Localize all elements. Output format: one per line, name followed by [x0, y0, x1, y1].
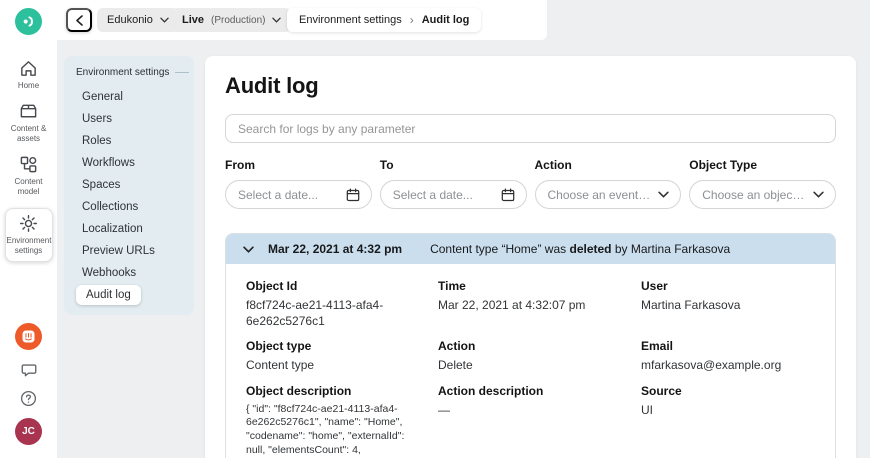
sidebar-item-label: Content & assets: [10, 124, 47, 143]
environment-selector[interactable]: Live (Production): [172, 8, 292, 32]
settings-nav-panel: Environment settings General Users Roles…: [64, 56, 194, 315]
sidebar-item-home[interactable]: Home: [18, 59, 39, 91]
sidebar-item-environment-settings[interactable]: Environment settings: [4, 208, 53, 262]
search-input[interactable]: [225, 114, 836, 143]
settings-nav-item-users[interactable]: Users: [76, 109, 118, 129]
settings-nav-item-roles[interactable]: Roles: [76, 131, 117, 151]
sidebar-item-label: Environment settings: [6, 236, 52, 255]
help-button[interactable]: [20, 390, 37, 407]
environment-suffix: (Production): [211, 14, 266, 26]
sidebar-item-content-assets[interactable]: Content & assets: [7, 102, 51, 144]
back-chevron-icon: [75, 14, 83, 26]
rail-bottom: JC: [15, 323, 42, 445]
filter-to: To Select a date...: [379, 158, 527, 209]
intercom-chat-icon: [22, 330, 35, 343]
filter-label: To: [379, 158, 394, 172]
filter-object-type: Object Type Choose an object ty...: [689, 158, 836, 209]
settings-nav-item-workflows[interactable]: Workflows: [76, 153, 141, 173]
filter-action: Action Choose an event type: [534, 158, 682, 209]
settings-nav-item-audit-log[interactable]: Audit log: [76, 285, 141, 305]
settings-nav-item-webhooks[interactable]: Webhooks: [76, 263, 142, 283]
log-entry-timestamp: Mar 22, 2021 at 4:32 pm: [268, 242, 403, 256]
log-entry-summary: Content type “Home” was deleted by Marti…: [430, 242, 731, 256]
sidebar-item-label: Home: [17, 81, 40, 90]
filters-row: From Select a date... To Select a date..…: [225, 158, 836, 209]
breadcrumb-separator: ›: [409, 13, 414, 27]
content-assets-icon: [20, 104, 37, 118]
detail-object-id: Object Id f8cf724c-ae21-4113-afa4-6e262c…: [246, 279, 384, 328]
filter-from: From Select a date...: [225, 158, 372, 209]
settings-nav-item-localization[interactable]: Localization: [76, 219, 149, 239]
chevron-down-icon: [272, 17, 282, 23]
chat-bubble-icon: [21, 364, 36, 377]
home-icon: [21, 61, 36, 76]
detail-action-description: Action description —: [438, 383, 544, 417]
detail-user: User Martina Farkasova: [641, 279, 741, 312]
action-select[interactable]: Choose an event type: [534, 180, 682, 209]
back-button[interactable]: [66, 8, 92, 32]
app-window: Home Content & assets Content model Envi…: [0, 0, 870, 458]
feedback-button[interactable]: [20, 361, 38, 379]
main-content: Audit log From Select a date... To Selec…: [205, 56, 856, 458]
chevron-down-icon: [658, 191, 669, 198]
log-entry: Mar 22, 2021 at 4:32 pm Content type “Ho…: [225, 233, 836, 458]
detail-object-description: Object description { "id": "f8cf724c-ae2…: [246, 383, 405, 458]
filter-label: Action: [534, 158, 572, 172]
detail-email: Email mfarkasova@example.org: [641, 339, 782, 373]
detail-object-type: Object type Content type: [246, 339, 315, 373]
settings-nav-item-general[interactable]: General: [76, 87, 129, 107]
to-date-picker[interactable]: Select a date...: [379, 180, 527, 209]
app-icon-rail: Home Content & assets Content model Envi…: [0, 0, 57, 458]
environment-name: Live: [182, 14, 205, 26]
filter-label: From: [225, 158, 255, 172]
intercom-button[interactable]: [15, 323, 42, 350]
settings-nav-title: Environment settings: [76, 67, 190, 78]
sidebar-item-content-model[interactable]: Content model: [7, 155, 51, 197]
breadcrumb: Environment settings › Audit log: [287, 8, 482, 32]
detail-source: Source UI: [641, 383, 682, 417]
from-date-picker[interactable]: Select a date...: [225, 180, 372, 209]
chevron-down-icon: [813, 191, 824, 198]
settings-nav-item-spaces[interactable]: Spaces: [76, 175, 126, 195]
detail-time: Time Mar 22, 2021 at 4:32:07 pm: [438, 279, 586, 312]
calendar-icon: [501, 187, 514, 201]
settings-nav-item-collections[interactable]: Collections: [76, 197, 144, 217]
gear-icon: [19, 214, 38, 233]
settings-nav-item-preview-urls[interactable]: Preview URLs: [76, 241, 161, 261]
filter-label: Object Type: [689, 158, 758, 172]
app-logo[interactable]: [15, 8, 42, 35]
object-type-select[interactable]: Choose an object ty...: [689, 180, 836, 209]
content-model-icon: [20, 156, 37, 173]
detail-action: Action Delete: [438, 339, 476, 373]
collapse-chevron-icon[interactable]: [243, 245, 254, 253]
chevron-down-icon: [160, 17, 169, 23]
user-avatar[interactable]: JC: [15, 418, 42, 445]
settings-nav-items: General Users Roles Workflows Spaces Col…: [76, 86, 184, 306]
log-entry-header[interactable]: Mar 22, 2021 at 4:32 pm Content type “Ho…: [226, 234, 835, 264]
title-rule: [175, 72, 190, 73]
brand-mark-icon: [23, 16, 33, 27]
sidebar-item-label: Content model: [14, 177, 43, 196]
calendar-icon: [346, 187, 360, 201]
breadcrumb-item-audit-log[interactable]: Audit log: [422, 14, 470, 26]
page-title: Audit log: [225, 73, 319, 98]
breadcrumb-item-environment-settings[interactable]: Environment settings: [299, 14, 402, 26]
log-entry-details: Object Id f8cf724c-ae21-4113-afa4-6e262c…: [226, 264, 835, 458]
project-name: Edukonio: [107, 14, 153, 26]
project-selector[interactable]: Edukonio: [97, 8, 179, 32]
help-icon: [20, 390, 37, 407]
